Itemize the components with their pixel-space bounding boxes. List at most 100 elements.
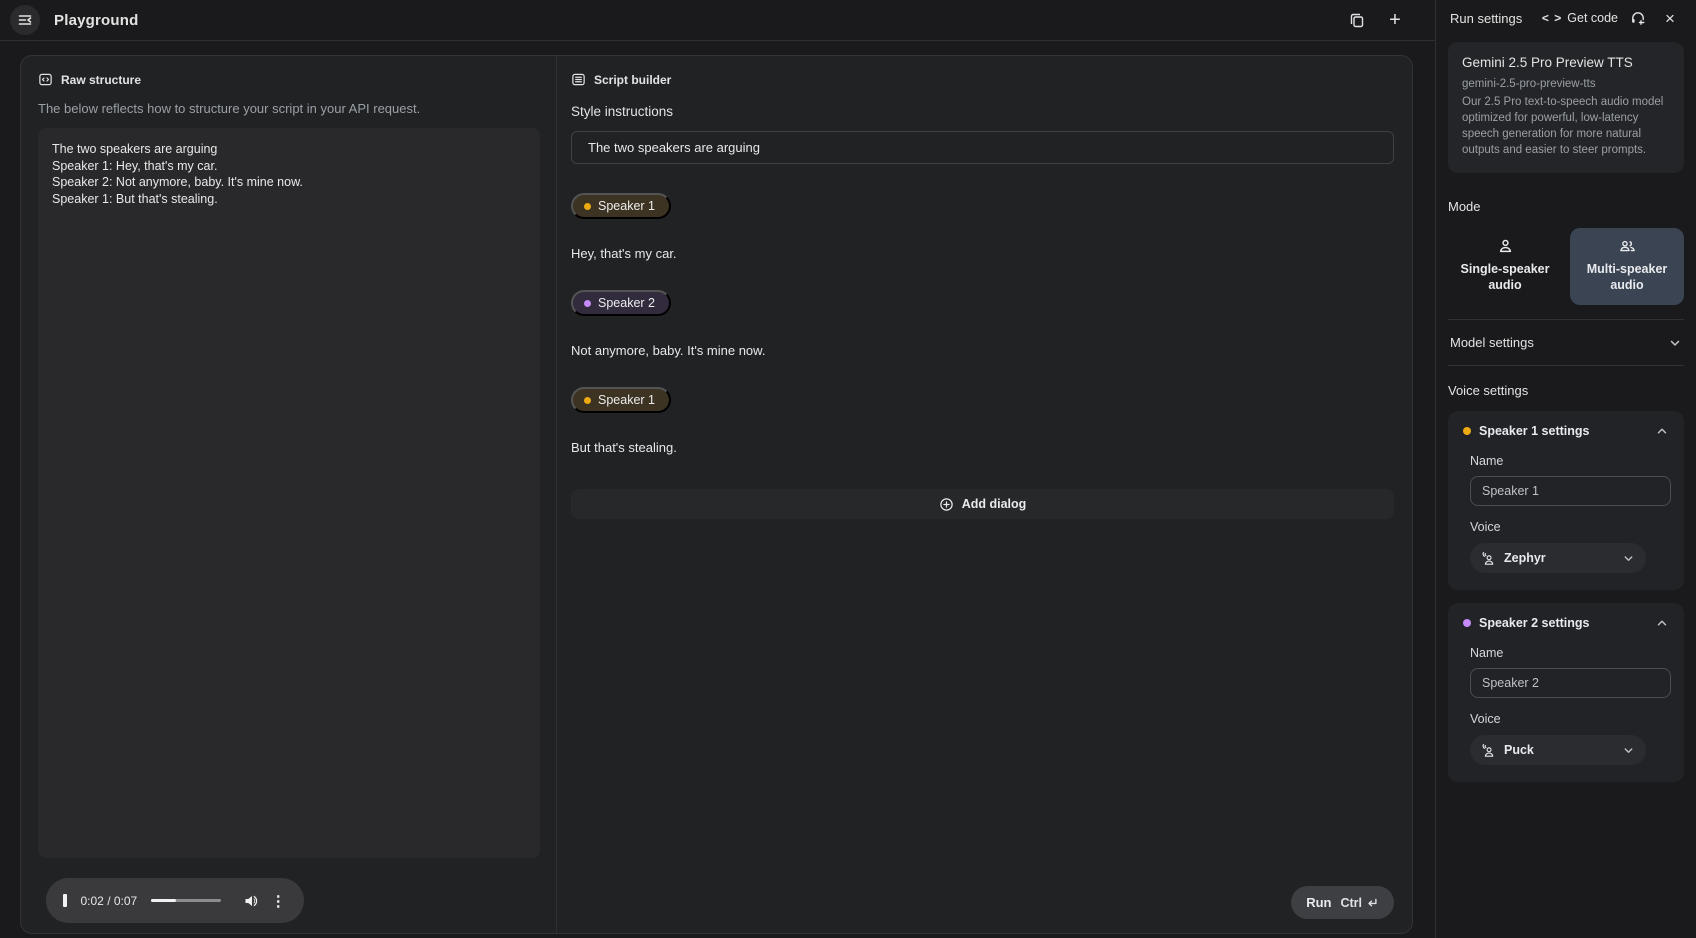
page-title: Playground <box>54 11 139 29</box>
audio-settings-button[interactable] <box>1626 6 1650 30</box>
speaker-dot <box>584 299 591 307</box>
speaker-2-settings-title: Speaker 2 settings <box>1479 616 1590 630</box>
run-shortcut-key: Ctrl <box>1340 895 1362 910</box>
close-panel-button[interactable]: × <box>1658 6 1682 30</box>
copy-prompt-button[interactable] <box>1343 6 1371 34</box>
main-area: Playground + Raw structure The below ref… <box>0 0 1435 938</box>
pause-button[interactable] <box>59 890 71 911</box>
speaker-chip-label: Speaker 2 <box>598 296 655 310</box>
raw-structure-title: Raw structure <box>61 72 142 87</box>
volume-icon <box>243 893 259 909</box>
speaker-chip[interactable]: Speaker 2 <box>571 290 671 316</box>
dialog-text[interactable]: But that's stealing. <box>571 440 1394 455</box>
speaker-2-voice-select[interactable]: Puck <box>1470 735 1646 765</box>
speaker-1-name-input[interactable] <box>1470 476 1671 506</box>
style-instructions-label: Style instructions <box>571 104 674 119</box>
new-prompt-button[interactable]: + <box>1381 6 1409 34</box>
mode-options: Single-speaker audio Multi-speaker audio <box>1448 228 1684 305</box>
mode-single-speaker-label: Single-speaker audio <box>1460 262 1550 292</box>
run-shortcut: Ctrl <box>1340 896 1379 910</box>
close-icon: × <box>1665 8 1675 28</box>
seek-bar[interactable] <box>151 899 222 902</box>
voice-over-icon <box>1481 551 1496 566</box>
code-block-icon <box>38 72 53 87</box>
model-card[interactable]: Gemini 2.5 Pro Preview TTS gemini-2.5-pr… <box>1448 42 1684 173</box>
raw-structure-description: The below reflects how to structure your… <box>38 101 421 116</box>
speaker-1-fields: Name Voice Zephyr <box>1461 454 1671 573</box>
speaker-chip-label: Speaker 1 <box>598 199 655 213</box>
add-dialog-button[interactable]: Add dialog <box>571 489 1394 519</box>
raw-script-block: The two speakers are arguing Speaker 1: … <box>38 128 540 858</box>
speaker-2-dot <box>1463 619 1471 627</box>
mode-multi-speaker-label: Multi-speaker audio <box>1586 262 1668 292</box>
add-circle-icon <box>939 497 954 512</box>
speaker-1-name-label: Name <box>1470 454 1504 468</box>
plus-icon: + <box>1389 9 1401 31</box>
dialog-speaker-row: Speaker 2 <box>571 290 1394 316</box>
voice-settings-label: Voice settings <box>1448 383 1529 398</box>
player-menu-button[interactable]: ⋮ <box>267 887 289 915</box>
chevron-down-icon <box>1622 552 1635 565</box>
model-id: gemini-2.5-pro-preview-tts <box>1462 78 1596 90</box>
pause-icon <box>63 894 67 907</box>
speaker-2-settings-toggle[interactable]: Speaker 2 settings <box>1461 616 1671 630</box>
run-settings-panel: Run settings < > Get code × Gemini 2.5 P… <box>1435 0 1696 938</box>
chevron-up-icon <box>1655 616 1669 630</box>
speaker-chip-label: Speaker 1 <box>598 393 655 407</box>
voice-over-icon <box>1481 743 1496 758</box>
dialog-speaker-row: Speaker 1 <box>571 387 1394 413</box>
get-code-button[interactable]: < > Get code <box>1542 11 1618 25</box>
raw-script-line: Speaker 2: Not anymore, baby. It's mine … <box>52 175 303 189</box>
people-icon <box>1619 238 1636 255</box>
raw-structure-panel: Raw structure The below reflects how to … <box>21 56 557 933</box>
raw-script-line: Speaker 1: Hey, that's my car. <box>52 158 218 173</box>
list-alt-icon <box>571 72 586 87</box>
model-settings-label: Model settings <box>1450 335 1534 350</box>
app-root: Playground + Raw structure The below ref… <box>0 0 1696 938</box>
run-button[interactable]: Run Ctrl <box>1291 886 1394 919</box>
person-icon <box>1497 238 1514 255</box>
mode-single-speaker-button[interactable]: Single-speaker audio <box>1448 228 1562 305</box>
speaker-1-settings-card: Speaker 1 settings Name Voice <box>1448 411 1684 590</box>
dialog-speaker-row: Speaker 1 <box>571 193 1394 219</box>
speaker-1-dot <box>1463 427 1471 435</box>
speaker-dot <box>584 202 591 210</box>
top-bar: Playground + <box>0 0 1435 41</box>
mode-label: Mode <box>1448 199 1481 214</box>
dialog-text[interactable]: Hey, that's my car. <box>571 246 1394 261</box>
dots-vertical-icon: ⋮ <box>270 892 286 910</box>
raw-script-line: Speaker 1: But that's stealing. <box>52 191 218 206</box>
style-instructions-input[interactable] <box>571 131 1394 164</box>
add-dialog-label: Add dialog <box>961 497 1027 511</box>
chevron-up-icon <box>1655 424 1669 438</box>
model-description: Our 2.5 Pro text-to-speech audio model o… <box>1462 96 1664 156</box>
speaker-2-name-label: Name <box>1470 646 1504 660</box>
mode-multi-speaker-button[interactable]: Multi-speaker audio <box>1570 228 1684 305</box>
divider <box>1448 365 1684 366</box>
menu-open-icon <box>17 12 33 28</box>
model-settings-toggle[interactable]: Model settings <box>1448 320 1684 365</box>
voice-settings-section: Voice settings Speaker 1 settings Name V… <box>1448 383 1684 782</box>
volume-button[interactable] <box>237 887 265 915</box>
run-button-label: Run <box>1306 895 1332 910</box>
speaker-1-voice-select[interactable]: Zephyr <box>1470 543 1646 573</box>
speaker-2-name-input[interactable] <box>1470 668 1671 698</box>
speaker-chip[interactable]: Speaker 1 <box>571 387 671 413</box>
enter-key-icon <box>1364 896 1379 910</box>
run-settings-header: Run settings < > Get code × <box>1448 0 1684 36</box>
script-builder-title: Script builder <box>594 72 672 87</box>
copy-icon <box>1349 12 1365 28</box>
headphones-tune-icon <box>1630 10 1646 26</box>
run-settings-title: Run settings <box>1450 10 1523 26</box>
menu-open-button[interactable] <box>10 5 40 35</box>
speaker-2-voice-value: Puck <box>1504 743 1534 757</box>
speaker-chip[interactable]: Speaker 1 <box>571 193 671 219</box>
time-display: 0:02 / 0:07 <box>80 893 138 908</box>
speaker-1-voice-value: Zephyr <box>1504 551 1546 565</box>
code-brackets-icon: < > <box>1541 11 1563 25</box>
dialog-text[interactable]: Not anymore, baby. It's mine now. <box>571 343 1394 358</box>
raw-structure-header: Raw structure <box>38 72 540 87</box>
get-code-label: Get code <box>1567 11 1618 25</box>
speaker-1-settings-toggle[interactable]: Speaker 1 settings <box>1461 424 1671 438</box>
speaker-1-voice-label: Voice <box>1470 520 1501 534</box>
